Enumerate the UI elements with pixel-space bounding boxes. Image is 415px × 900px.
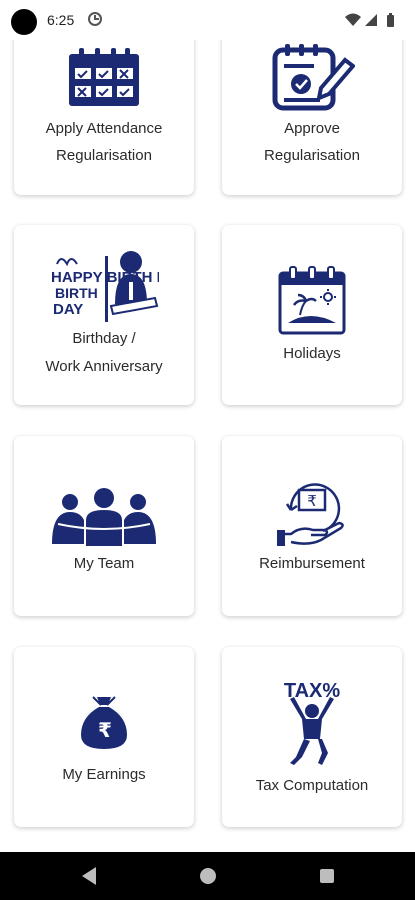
tax-person-icon: TAX% bbox=[222, 677, 402, 767]
status-icons bbox=[343, 12, 405, 28]
camera-cutout bbox=[11, 9, 37, 35]
app-notification-icon bbox=[88, 12, 102, 26]
tile-label: My Earnings bbox=[62, 766, 146, 783]
tile-label: Reimbursement bbox=[259, 555, 365, 572]
tile-label: Tax Computation bbox=[255, 777, 369, 794]
team-icon bbox=[14, 486, 194, 548]
tile-label-line2: Work Anniversary bbox=[45, 358, 163, 375]
tile-label-line2: Regularisation bbox=[264, 147, 360, 164]
holidays-tile[interactable]: Holidays bbox=[222, 225, 402, 405]
birthday-work-anniversary-tile[interactable]: HAPPY BIRTH DAY BIRTH DAY Birthday / Wor… bbox=[14, 225, 194, 405]
tax-computation-tile[interactable]: TAX% Tax Computation bbox=[222, 647, 402, 827]
svg-text:₹: ₹ bbox=[307, 492, 317, 510]
home-icon[interactable] bbox=[199, 866, 217, 886]
money-bag-icon: ₹ bbox=[14, 693, 194, 751]
tile-label: Holidays bbox=[283, 345, 341, 362]
calendar-grid-icon bbox=[14, 48, 194, 108]
recents-icon[interactable] bbox=[318, 866, 336, 886]
battery-icon bbox=[387, 13, 394, 27]
my-team-tile[interactable]: My Team bbox=[14, 436, 194, 616]
status-bar: 6:25 bbox=[0, 0, 415, 40]
status-time: 6:25 bbox=[47, 12, 75, 28]
tile-label-line2: Regularisation bbox=[56, 147, 152, 164]
svg-text:BIRTH: BIRTH bbox=[55, 285, 98, 301]
tile-label: My Team bbox=[73, 555, 135, 572]
navigation-bar bbox=[0, 852, 415, 900]
back-icon[interactable] bbox=[80, 866, 98, 886]
holiday-calendar-icon bbox=[222, 265, 402, 337]
reimbursement-tile[interactable]: ₹ Reimbursement bbox=[222, 436, 402, 616]
tile-grid: Apply Attendance Regularisation Approve … bbox=[0, 0, 415, 852]
rupee-hand-icon: ₹ bbox=[222, 476, 402, 548]
svg-text:DAY: DAY bbox=[53, 301, 83, 318]
tile-label-line1: Apply Attendance bbox=[45, 120, 163, 137]
checklist-pencil-icon bbox=[222, 42, 402, 112]
svg-text:₹: ₹ bbox=[98, 718, 112, 742]
wifi-icon bbox=[345, 13, 361, 26]
signal-icon bbox=[365, 14, 377, 26]
tile-label-line1: Approve bbox=[284, 120, 340, 137]
tile-label-line1: Birthday / bbox=[72, 330, 136, 347]
my-earnings-tile[interactable]: ₹ My Earnings bbox=[14, 647, 194, 827]
birthday-anniversary-icon: HAPPY BIRTH DAY BIRTH DAY bbox=[14, 250, 194, 326]
